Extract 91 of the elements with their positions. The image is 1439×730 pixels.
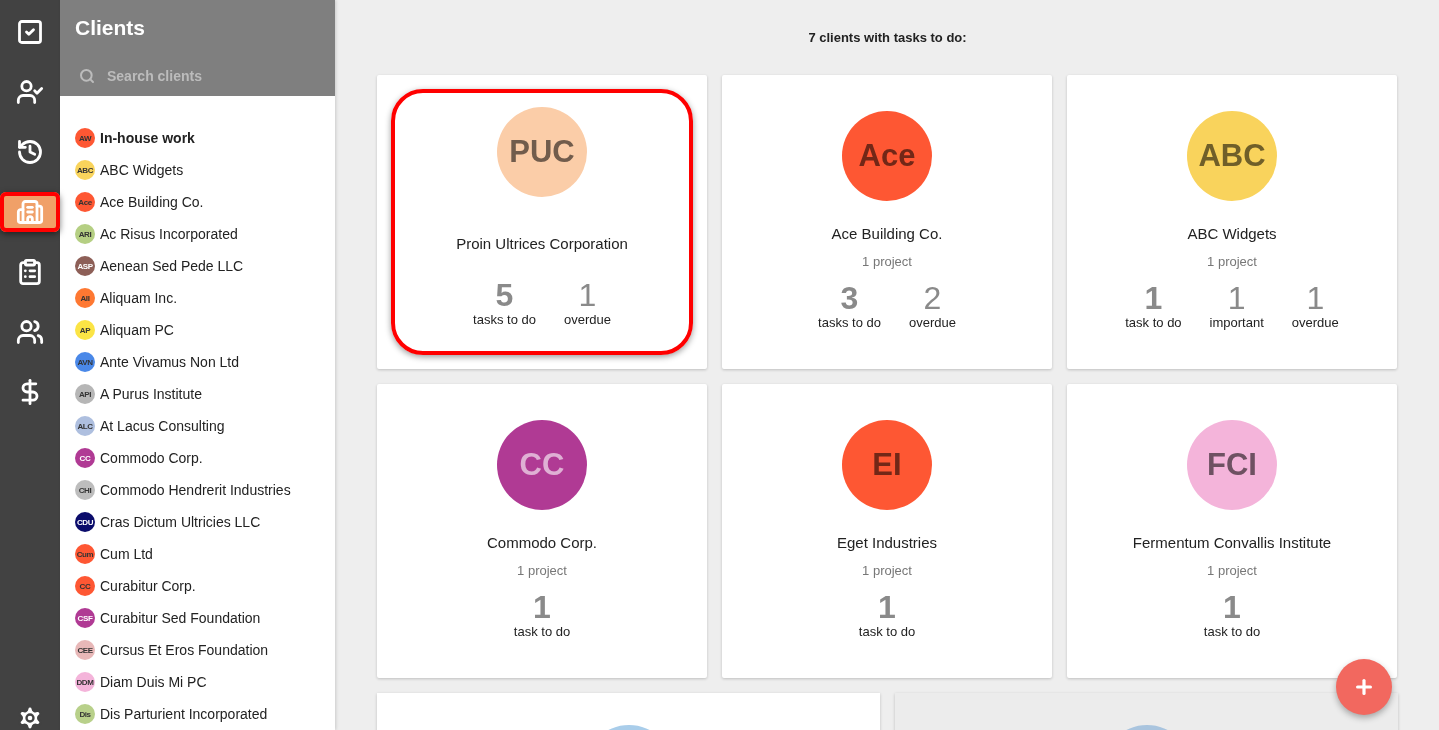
client-name[interactable]: Aliquam Inc. xyxy=(100,290,178,306)
client-name: ABC Widgets xyxy=(1187,225,1277,242)
client-avatar: AVN xyxy=(75,352,95,372)
stat-label: tasks to do xyxy=(473,312,536,327)
client-name: Commodo Corp. xyxy=(486,534,597,551)
project-count: 1 project xyxy=(517,563,567,578)
client-avatar: DDM xyxy=(75,672,95,692)
client-avatar: PUC xyxy=(497,107,587,197)
stat-label: task to do xyxy=(1125,315,1182,330)
client-card[interactable]: EI Eget Industries 1 project 1 task to do xyxy=(722,384,1052,678)
search-icon xyxy=(79,68,95,84)
stat-label: task to do xyxy=(858,624,916,639)
client-avatar: AP xyxy=(75,320,95,340)
client-name: Eget Industries xyxy=(836,534,938,551)
client-avatar: CDU xyxy=(75,512,95,532)
project-count: 1 project xyxy=(862,563,912,578)
clipboard-icon xyxy=(16,258,44,286)
client-name[interactable]: Ace Building Co. xyxy=(100,194,204,210)
client-card[interactable]: CC Commodo Corp. 1 project 1 task to do xyxy=(377,384,707,678)
client-name[interactable]: Aliquam PC xyxy=(100,322,174,338)
stat-label: important xyxy=(1209,315,1264,330)
client-name[interactable]: Ante Vivamus Non Ltd xyxy=(100,354,240,370)
client-avatar: Ace xyxy=(75,192,95,212)
client-card[interactable]: Ace Ace Building Co. 1 project 3 tasks to do 2 overdue xyxy=(722,75,1052,369)
checkbox-icon xyxy=(16,18,44,46)
client-avatar: Ace xyxy=(842,111,932,201)
client-card[interactable]: PUC Proin Ultrices Corporation 5 tasks to do 1 overdue xyxy=(377,75,707,369)
stat-value: 1 xyxy=(1306,281,1325,315)
stat-label: task to do xyxy=(513,624,571,639)
client-name[interactable]: Cras Dictum Ultricies LLC xyxy=(100,514,261,530)
stat-value: 1 xyxy=(878,590,896,624)
client-avatar: ABC xyxy=(1187,111,1277,201)
client-avatar: CC xyxy=(75,448,95,468)
project-count: 1 project xyxy=(1207,563,1257,578)
client-name[interactable]: Diam Duis Mi PC xyxy=(100,674,207,690)
stat-value: 1 xyxy=(1227,281,1246,315)
stat-label: overdue xyxy=(908,315,956,330)
client-name[interactable]: At Lacus Consulting xyxy=(100,418,225,434)
client-avatar: ASP xyxy=(75,256,95,276)
client-avatar: FCI xyxy=(1187,420,1277,510)
stat-value: 2 xyxy=(923,281,942,315)
client-avatar: CC xyxy=(497,420,587,510)
stat-value: 1 xyxy=(1223,590,1241,624)
client-name[interactable]: Aenean Sed Pede LLC xyxy=(100,258,244,274)
client-avatar: AII xyxy=(75,288,95,308)
search-field[interactable]: Search clients xyxy=(105,67,309,85)
stat-value: 1 xyxy=(1144,281,1163,315)
stat-value: 1 xyxy=(533,590,551,624)
client-avatar: AW xyxy=(75,128,95,148)
client-avatar: Cum xyxy=(75,544,95,564)
client-avatar: CSF xyxy=(75,608,95,628)
client-name[interactable]: Curabitur Sed Foundation xyxy=(100,610,261,626)
stat-label: overdue xyxy=(1291,315,1339,330)
history-icon xyxy=(16,138,44,166)
client-name[interactable]: Cursus Et Eros Foundation xyxy=(100,642,269,658)
client-name: Fermentum Convallis Institute xyxy=(1132,534,1332,551)
project-count: 1 project xyxy=(1207,254,1257,269)
stat-value: 3 xyxy=(840,281,859,315)
client-avatar: ABC xyxy=(75,160,95,180)
client-name[interactable]: Cum Ltd xyxy=(100,546,153,562)
client-avatar: Dis xyxy=(75,704,95,724)
client-avatar: ALC xyxy=(75,416,95,436)
stat-label: tasks to do xyxy=(818,315,881,330)
client-avatar: CC xyxy=(75,576,95,596)
client-avatar: EI xyxy=(842,420,932,510)
stat-label: overdue xyxy=(563,312,611,327)
building-icon xyxy=(16,198,44,226)
stat-value: 5 xyxy=(495,278,514,312)
client-name: Proin Ultrices Corporation xyxy=(456,235,628,252)
plus-icon xyxy=(1353,676,1375,698)
stat-label: task to do xyxy=(1203,624,1261,639)
client-avatar: CEE xyxy=(75,640,95,660)
client-name[interactable]: Dis Parturient Incorporated xyxy=(100,706,268,722)
client-avatar: CHI xyxy=(75,480,95,500)
client-card[interactable]: FCI Fermentum Convallis Institute 1 project 1 task to do xyxy=(1067,384,1397,678)
client-card[interactable]: ABC ABC Widgets 1 project 1 task to do 1 important 1 overdue xyxy=(1067,75,1397,369)
client-name[interactable]: Commodo Hendrerit Industries xyxy=(100,482,291,498)
client-avatar: API xyxy=(75,384,95,404)
people-icon xyxy=(16,318,44,346)
client-name: Ace Building Co. xyxy=(831,225,943,242)
stat-value: 1 xyxy=(578,278,597,312)
client-name[interactable]: Curabitur Corp. xyxy=(100,578,196,594)
client-name[interactable]: A Purus Institute xyxy=(100,386,202,402)
clients-heading: 7 clients with tasks to do: xyxy=(807,30,968,45)
client-avatar: ARI xyxy=(75,224,95,244)
project-count: 1 project xyxy=(862,254,912,269)
client-name[interactable]: Ac Risus Incorporated xyxy=(100,226,238,242)
panel-title: Clients xyxy=(75,16,146,40)
client-name[interactable]: ABC Widgets xyxy=(100,162,184,178)
client-name[interactable]: Commodo Corp. xyxy=(100,450,203,466)
client-name[interactable]: In-house work xyxy=(100,130,195,146)
